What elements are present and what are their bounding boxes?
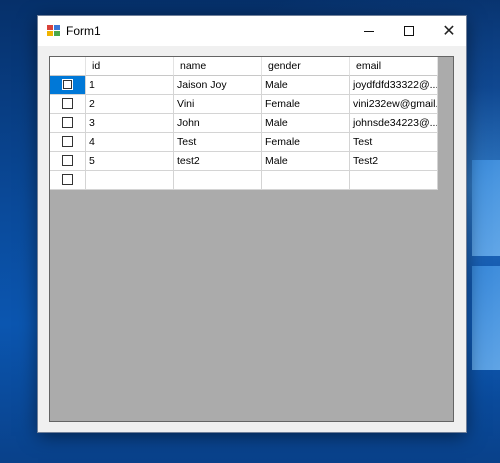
table-row[interactable]: 5 test2 Male Test2 (50, 152, 438, 171)
row-checkbox-cell[interactable] (50, 114, 86, 133)
header-cell-email[interactable]: email (350, 57, 438, 76)
table-row[interactable]: 4 Test Female Test (50, 133, 438, 152)
row-checkbox[interactable] (62, 136, 73, 147)
cell-email[interactable]: Test (350, 133, 438, 152)
row-checkbox[interactable] (62, 117, 73, 128)
cell-gender[interactable] (262, 171, 350, 190)
cell-name[interactable]: Jaison Joy (174, 76, 262, 95)
cell-gender[interactable]: Male (262, 152, 350, 171)
cell-id[interactable]: 2 (86, 95, 174, 114)
cell-name[interactable]: Vini (174, 95, 262, 114)
cell-email[interactable]: joydfdfd33322@... (350, 76, 438, 95)
table-row[interactable]: 1 Jaison Joy Male joydfdfd33322@... (50, 76, 438, 95)
table-row[interactable]: 3 John Male johnsde34223@... (50, 114, 438, 133)
minimize-button[interactable] (349, 16, 389, 46)
cell-email[interactable]: Test2 (350, 152, 438, 171)
row-checkbox-cell[interactable] (50, 133, 86, 152)
cell-name[interactable]: John (174, 114, 262, 133)
grid-header-row: id name gender email (50, 57, 438, 76)
cell-id[interactable]: 4 (86, 133, 174, 152)
form-window: Form1 ✕ id name gender email 1 Jaison Joy… (38, 16, 466, 432)
row-checkbox[interactable] (62, 174, 73, 185)
close-icon: ✕ (442, 21, 456, 40)
row-checkbox[interactable] (62, 98, 73, 109)
app-form-icon[interactable] (47, 25, 60, 37)
row-checkbox-cell[interactable] (50, 152, 86, 171)
cell-email[interactable]: vini232ew@gmail... (350, 95, 438, 114)
cell-gender[interactable]: Female (262, 133, 350, 152)
cell-gender[interactable]: Male (262, 114, 350, 133)
row-checkbox-cell[interactable] (50, 95, 86, 114)
cell-gender[interactable]: Male (262, 76, 350, 95)
row-checkbox[interactable] (62, 79, 73, 90)
cell-gender[interactable]: Female (262, 95, 350, 114)
cell-id[interactable] (86, 171, 174, 190)
windows-logo-pane-bottom (472, 266, 500, 370)
cell-id[interactable]: 5 (86, 152, 174, 171)
row-checkbox-cell[interactable] (50, 171, 86, 190)
data-grid-view[interactable]: id name gender email 1 Jaison Joy Male joyd… (49, 56, 454, 422)
header-cell-select[interactable] (50, 57, 86, 76)
table-row[interactable]: 2 Vini Female vini232ew@gmail... (50, 95, 438, 114)
header-cell-name[interactable]: name (174, 57, 262, 76)
minimize-icon (364, 31, 374, 32)
cell-email[interactable]: johnsde34223@... (350, 114, 438, 133)
row-checkbox[interactable] (62, 155, 73, 166)
title-bar[interactable]: Form1 ✕ (38, 16, 466, 46)
window-title: Form1 (66, 24, 101, 38)
header-cell-id[interactable]: id (86, 57, 174, 76)
row-checkbox-cell[interactable] (50, 76, 86, 95)
close-button[interactable]: ✕ (429, 16, 469, 46)
maximize-button[interactable] (389, 16, 429, 46)
header-cell-gender[interactable]: gender (262, 57, 350, 76)
cell-id[interactable]: 1 (86, 76, 174, 95)
cell-name[interactable] (174, 171, 262, 190)
cell-name[interactable]: test2 (174, 152, 262, 171)
cell-id[interactable]: 3 (86, 114, 174, 133)
maximize-icon (404, 26, 414, 36)
table-row[interactable] (50, 171, 438, 190)
cell-email[interactable] (350, 171, 438, 190)
cell-name[interactable]: Test (174, 133, 262, 152)
windows-logo-pane-top (472, 160, 500, 256)
